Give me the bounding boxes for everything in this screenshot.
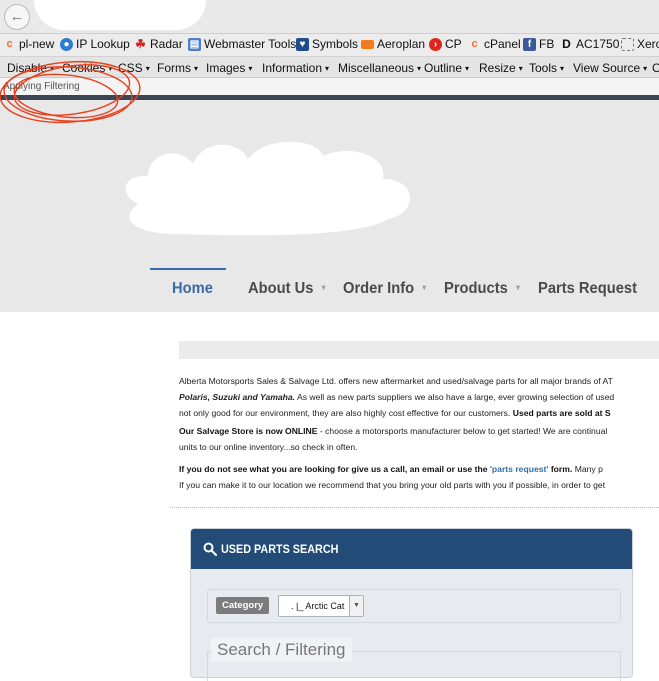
dropdown-arrow-icon: ▾ bbox=[643, 64, 648, 73]
bookmark-aeroplan[interactable]: Aeroplan bbox=[361, 37, 425, 51]
heart-icon: ♥ bbox=[296, 37, 309, 51]
nav-products[interactable]: Products ▾ bbox=[444, 280, 520, 298]
filter-legend: Search / Filtering bbox=[211, 638, 352, 662]
intro-paragraph: Alberta Motorsports Sales & Salvage Ltd.… bbox=[179, 376, 615, 418]
content-divider bbox=[170, 507, 659, 508]
cp-icon: › bbox=[429, 37, 442, 51]
bookmark-ac1750[interactable]: D AC1750 bbox=[560, 37, 619, 51]
bookmark-fb[interactable]: f FB bbox=[523, 37, 554, 51]
nav-parts-request[interactable]: Parts Request bbox=[538, 280, 637, 298]
category-row: Category . |_ Arctic Cat ▼ bbox=[207, 589, 621, 623]
devbar-options[interactable]: O bbox=[652, 61, 659, 75]
devbar-miscellaneous[interactable]: Miscellaneous ▾ bbox=[338, 61, 421, 75]
chevron-down-icon[interactable]: ▼ bbox=[349, 596, 363, 616]
site-header: Home About Us ▾ Order Info ▾ Products ▾ Par… bbox=[0, 100, 659, 312]
dropdown-arrow-icon: ▾ bbox=[417, 64, 422, 73]
panel-title: USED PARTS SEARCH bbox=[221, 542, 339, 556]
chevron-down-icon: ▾ bbox=[321, 283, 326, 292]
search-icon bbox=[203, 542, 217, 556]
devbar-forms[interactable]: Forms ▾ bbox=[157, 61, 198, 75]
web-developer-toolbar: Disable ▾ Cookies ▾ CSS ▾ Forms ▾ Images ▾ In… bbox=[0, 56, 659, 78]
dropdown-arrow-icon: ▾ bbox=[518, 64, 523, 73]
chevron-down-icon: ▾ bbox=[516, 283, 520, 292]
devbar-css[interactable]: CSS ▾ bbox=[118, 61, 150, 75]
devbar-disable[interactable]: Disable ▾ bbox=[7, 61, 54, 75]
cpanel-icon: c bbox=[471, 37, 478, 50]
salvage-store-paragraph: Our Salvage Store is now ONLINE - choose… bbox=[179, 426, 608, 452]
dropdown-arrow-icon: ▾ bbox=[108, 64, 113, 73]
breadcrumb-bar bbox=[179, 341, 659, 359]
status-bar: Applying Filtering bbox=[0, 78, 659, 95]
devbar-images[interactable]: Images ▾ bbox=[206, 61, 252, 75]
nav-home[interactable]: Home bbox=[172, 280, 213, 298]
aeroplan-icon bbox=[361, 39, 374, 49]
status-text: Applying Filtering bbox=[3, 81, 80, 92]
devbar-outline[interactable]: Outline ▾ bbox=[424, 61, 469, 75]
redacted-logo bbox=[125, 141, 410, 236]
browser-toolbar: ← bbox=[0, 0, 659, 34]
used-parts-search-panel: USED PARTS SEARCH Category . |_ Arctic C… bbox=[190, 528, 633, 681]
dropdown-arrow-icon: ▾ bbox=[248, 64, 253, 73]
devbar-tools[interactable]: Tools ▾ bbox=[529, 61, 564, 75]
cpanel-icon: c bbox=[6, 37, 13, 50]
bookmark-pl-new[interactable]: c pl-new bbox=[3, 37, 54, 51]
category-label: Category bbox=[216, 597, 270, 614]
devbar-resize[interactable]: Resize ▾ bbox=[479, 61, 523, 75]
webmaster-icon: ▤ bbox=[188, 37, 201, 51]
router-icon: D bbox=[562, 36, 571, 51]
page-icon bbox=[621, 37, 634, 51]
bookmarks-bar: c pl-new ● IP Lookup ☘ Radar ▤ Webmaster… bbox=[0, 34, 659, 56]
bookmark-cp[interactable]: › CP bbox=[429, 37, 462, 51]
category-select[interactable]: . |_ Arctic Cat ▼ bbox=[278, 595, 364, 617]
dropdown-arrow-icon: ▾ bbox=[325, 64, 330, 73]
bookmark-webmaster-tools[interactable]: ▤ Webmaster Tools bbox=[188, 37, 296, 51]
nav-about-us[interactable]: About Us ▾ bbox=[248, 280, 325, 298]
maple-leaf-icon: ☘ bbox=[135, 36, 146, 51]
main-navigation: Home About Us ▾ Order Info ▾ Products ▾ Par… bbox=[150, 268, 659, 312]
nav-order-info[interactable]: Order Info ▾ bbox=[343, 280, 426, 298]
globe-icon: ● bbox=[60, 37, 73, 51]
dropdown-arrow-icon: ▾ bbox=[50, 64, 55, 73]
dropdown-arrow-icon: ▾ bbox=[145, 64, 150, 73]
bookmark-cpanel[interactable]: c cPanel bbox=[468, 37, 520, 51]
bookmark-radar[interactable]: ☘ Radar bbox=[134, 37, 183, 51]
devbar-information[interactable]: Information ▾ bbox=[262, 61, 329, 75]
facebook-icon: f bbox=[523, 37, 536, 51]
active-tab-indicator bbox=[150, 268, 226, 270]
dropdown-arrow-icon: ▾ bbox=[194, 64, 199, 73]
chevron-down-icon: ▾ bbox=[422, 283, 427, 292]
bookmark-symbols[interactable]: ♥ Symbols bbox=[296, 37, 358, 51]
parts-request-link[interactable]: 'parts request' bbox=[490, 464, 549, 474]
bookmark-xero[interactable]: Xero bbox=[621, 37, 659, 51]
devbar-cookies[interactable]: Cookies ▾ bbox=[62, 61, 112, 75]
dropdown-arrow-icon: ▾ bbox=[465, 64, 470, 73]
address-bar[interactable] bbox=[34, 0, 206, 30]
bookmark-ip-lookup[interactable]: ● IP Lookup bbox=[60, 37, 130, 51]
back-button[interactable]: ← bbox=[4, 4, 30, 30]
dropdown-arrow-icon: ▾ bbox=[560, 64, 565, 73]
category-selected-value: . |_ Arctic Cat bbox=[291, 601, 345, 611]
panel-header: USED PARTS SEARCH bbox=[191, 529, 632, 569]
devbar-view-source[interactable]: View Source ▾ bbox=[573, 61, 647, 75]
contact-paragraph: If you do not see what you are looking f… bbox=[179, 464, 606, 490]
